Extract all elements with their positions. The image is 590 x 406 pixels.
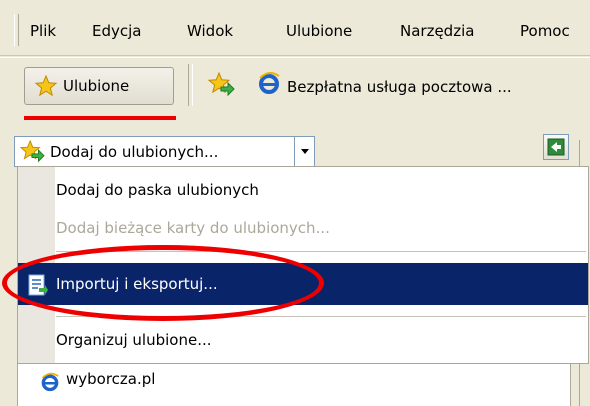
toolbar-grip[interactable] [14, 14, 19, 46]
ie-icon [41, 372, 59, 392]
add-to-favorites-label: Dodaj do ulubionych... [50, 142, 219, 161]
favorite-item-wyborcza[interactable]: wyborcza.pl [66, 370, 155, 388]
annotation-ellipse-import-export [2, 245, 324, 321]
menu-narzedzia[interactable]: Narzędzia [400, 22, 474, 40]
menu-item-add-to-favorites-bar[interactable]: Dodaj do paska ulubionych [56, 181, 259, 199]
pin-pane-button[interactable] [543, 134, 569, 160]
add-to-favorites-dropdown[interactable] [294, 136, 315, 167]
add-to-favorites-button[interactable]: Dodaj do ulubionych... [14, 136, 295, 167]
menu-plik[interactable]: Plik [30, 22, 56, 40]
add-favorite-icon [19, 139, 45, 162]
favorites-button[interactable]: Ulubione [24, 67, 174, 105]
ie-icon [259, 72, 280, 94]
menu-edycja[interactable]: Edycja [92, 22, 141, 40]
chevron-down-icon [300, 148, 309, 154]
menu-widok[interactable]: Widok [187, 22, 233, 40]
menu-pomoc[interactable]: Pomoc [520, 22, 570, 40]
menu-bar-border [0, 55, 590, 56]
menu-bar: Plik Edycja Widok Ulubione Narzędzia Pom… [0, 0, 590, 56]
menu-item-add-tabs: Dodaj bieżące karty do ulubionych... [56, 219, 330, 237]
arrow-left-icon [547, 138, 565, 156]
favorites-button-label: Ulubione [63, 77, 130, 95]
mail-service-link[interactable]: Bezpłatna usługa pocztowa ... [287, 78, 512, 96]
menu-item-organize-favorites[interactable]: Organizuj ulubione... [56, 331, 212, 349]
add-to-favorites-bar-icon[interactable] [207, 72, 235, 98]
star-icon [35, 75, 57, 97]
favorites-bar: Ulubione Bezpłatna usługa pocztowa ... [0, 57, 590, 120]
menu-ulubione[interactable]: Ulubione [286, 22, 352, 40]
favorites-pane-header: Dodaj do ulubionych... [0, 120, 590, 172]
favorites-list: wyborcza.pl [17, 364, 571, 406]
toolbar-separator [188, 64, 193, 106]
